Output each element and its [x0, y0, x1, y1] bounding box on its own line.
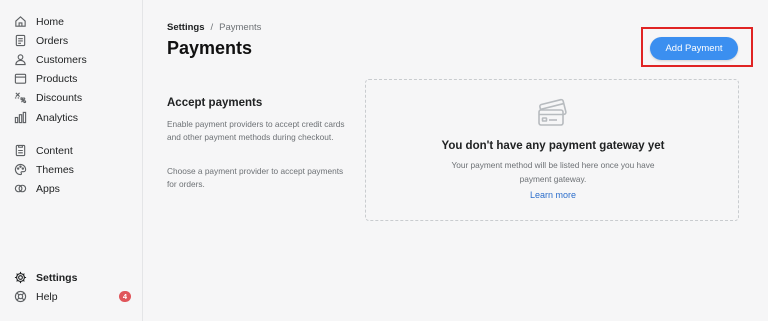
breadcrumb-current: Payments [219, 22, 262, 33]
content-icon [14, 144, 27, 157]
apps-icon [14, 182, 27, 195]
credit-card-icon [536, 96, 570, 132]
sidebar-item-label: Orders [36, 34, 69, 47]
home-icon [14, 15, 27, 28]
sidebar-item-help[interactable]: Help 4 [0, 287, 143, 306]
empty-state-description-line: payment gateway. [519, 174, 587, 184]
sidebar-item-apps[interactable]: Apps [0, 179, 143, 198]
products-icon [14, 72, 27, 85]
sidebar-item-products[interactable]: Products [0, 69, 143, 88]
sidebar-item-themes[interactable]: Themes [0, 160, 143, 179]
main-content: Settings / Payments Payments Add Payment… [143, 0, 768, 321]
sidebar-item-label: Apps [36, 182, 60, 195]
breadcrumb-settings-link[interactable]: Settings [167, 22, 204, 33]
sidebar: Home Orders Customers Products Discounts… [0, 0, 143, 321]
sidebar-item-label: Themes [36, 163, 74, 176]
empty-state-card: You don't have any payment gateway yet Y… [365, 79, 739, 221]
sidebar-item-label: Content [36, 144, 73, 157]
sidebar-item-home[interactable]: Home [0, 12, 143, 31]
sidebar-item-analytics[interactable]: Analytics [0, 108, 143, 127]
sidebar-item-label: Customers [36, 53, 87, 66]
sidebar-item-orders[interactable]: Orders [0, 31, 143, 50]
notification-badge: 4 [119, 291, 131, 302]
help-icon [14, 290, 27, 303]
empty-state-title: You don't have any payment gateway yet [441, 140, 665, 152]
themes-icon [14, 163, 27, 176]
sidebar-item-discounts[interactable]: Discounts [0, 88, 143, 107]
discounts-icon [14, 91, 27, 104]
section-title: Accept payments [167, 97, 263, 109]
section-description: Enable payment providers to accept credi… [167, 119, 345, 142]
sidebar-item-label: Discounts [36, 91, 83, 104]
customers-icon [14, 53, 27, 66]
analytics-icon [14, 111, 27, 124]
orders-icon [14, 34, 27, 47]
add-payment-button[interactable]: Add Payment [650, 37, 738, 60]
page-title: Payments [167, 38, 253, 58]
sidebar-item-label: Analytics [36, 111, 79, 124]
sidebar-item-label: Help [36, 290, 58, 303]
gear-icon [14, 271, 27, 284]
learn-more-link[interactable]: Learn more [366, 190, 740, 200]
section-description-secondary: Choose a payment provider to accept paym… [167, 166, 344, 189]
sidebar-item-content[interactable]: Content [0, 141, 143, 160]
sidebar-item-label: Home [36, 15, 65, 28]
sidebar-item-customers[interactable]: Customers [0, 50, 143, 69]
sidebar-item-label: Settings [36, 271, 78, 284]
empty-state-description-line: Your payment method will be listed here … [451, 160, 655, 170]
sidebar-item-settings[interactable]: Settings [0, 268, 143, 287]
breadcrumb-separator: / [210, 22, 214, 33]
sidebar-item-label: Products [36, 72, 78, 85]
breadcrumb: Settings / Payments [167, 22, 261, 33]
empty-state-description: Your payment method will be listed here … [366, 158, 740, 186]
